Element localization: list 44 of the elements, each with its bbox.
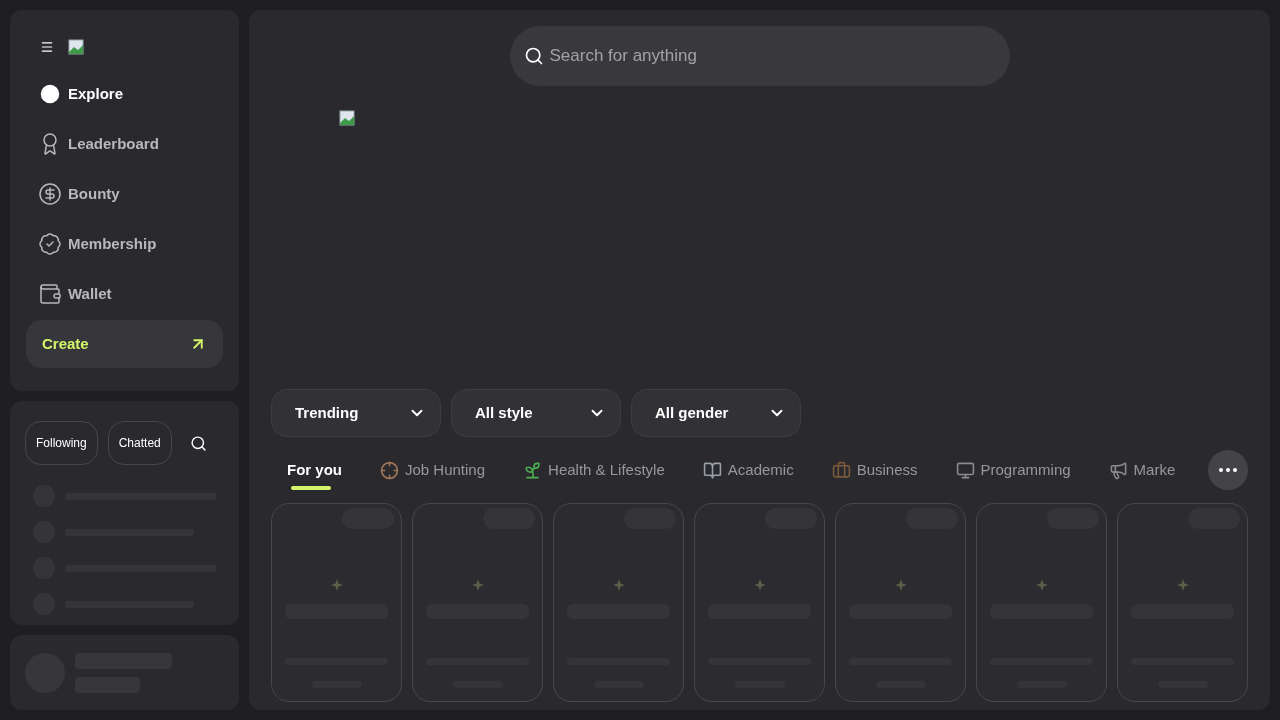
- search-icon[interactable]: [189, 434, 207, 452]
- category-tab[interactable]: Job Hunting: [380, 458, 486, 482]
- create-button[interactable]: Create: [26, 320, 223, 368]
- filter-dropdown[interactable]: Trending: [271, 389, 441, 437]
- briefcase-icon: [831, 460, 851, 480]
- search-field[interactable]: Search for anything: [549, 43, 996, 69]
- dollar-icon: [38, 182, 62, 206]
- more-button[interactable]: [1208, 450, 1248, 490]
- nav-item[interactable]: Bounty: [38, 178, 223, 210]
- category-tab[interactable]: Health & Lifestyle: [523, 458, 665, 482]
- filter-chip[interactable]: Following: [25, 421, 98, 465]
- crosshair-icon: [380, 460, 399, 480]
- filter-dropdown[interactable]: All style: [451, 389, 621, 437]
- sparkle-icon: [613, 579, 625, 591]
- search-bar[interactable]: Search for anything: [509, 26, 1010, 86]
- filter-chip[interactable]: Chatted: [107, 421, 172, 465]
- sparkle-icon: [895, 579, 907, 591]
- category-tab[interactable]: Business: [831, 458, 918, 482]
- nav-item[interactable]: Wallet: [38, 278, 223, 310]
- nav-item[interactable]: Membership: [38, 228, 223, 260]
- book-icon: [702, 460, 722, 480]
- category-tab[interactable]: Programming: [955, 458, 1071, 482]
- broken-image-icon: [68, 39, 84, 55]
- nav-item[interactable]: Leaderboard: [38, 128, 223, 160]
- more-icon: [1219, 468, 1237, 472]
- broken-image-icon: [339, 110, 355, 126]
- nav-item[interactable]: Explore: [38, 78, 223, 110]
- filter-dropdown[interactable]: All gender: [631, 389, 801, 437]
- sparkle-icon: [331, 579, 343, 591]
- menu-icon[interactable]: [40, 40, 54, 54]
- sparkle-icon: [472, 579, 484, 591]
- sparkle-icon: [754, 579, 766, 591]
- tab-underline: [291, 486, 331, 491]
- category-tab[interactable]: Academic: [702, 458, 794, 482]
- sparkle-icon: [1036, 579, 1048, 591]
- category-tab[interactable]: Marke: [1108, 458, 1176, 482]
- sparkle-icon: [1177, 579, 1189, 591]
- category-tab[interactable]: For you: [287, 458, 342, 482]
- megaphone-icon: [1108, 460, 1128, 480]
- monitor-icon: [955, 460, 975, 480]
- search-icon: [523, 46, 544, 66]
- badge-icon: [38, 232, 62, 256]
- wallet-icon: [38, 282, 62, 306]
- sprout-icon: [523, 460, 543, 480]
